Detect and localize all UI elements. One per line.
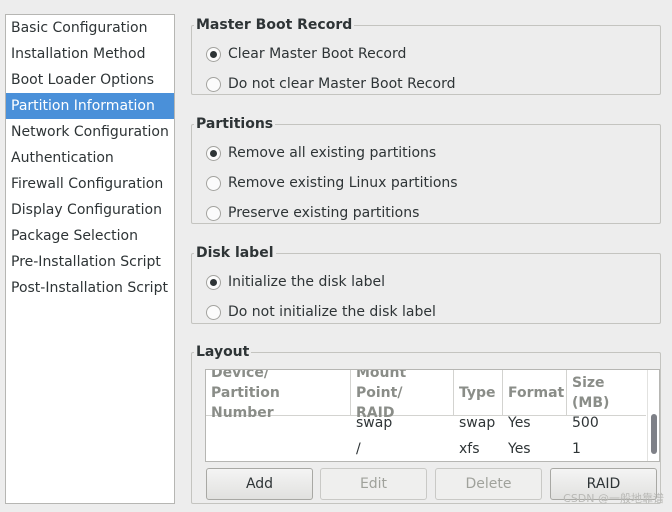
partitions-frame: Partitions Remove all existing partition… xyxy=(191,115,661,224)
mbr-frame-title: Master Boot Record xyxy=(194,16,355,34)
table-scrollbar[interactable] xyxy=(647,370,659,461)
cell-mount-point: swap xyxy=(356,415,393,431)
radio-indicator[interactable] xyxy=(206,76,221,92)
remove-linux-partitions-radio[interactable]: Remove existing Linux partitions xyxy=(206,173,458,193)
column-header-format[interactable]: Format xyxy=(503,370,567,415)
sidebar-item-post-installation-script[interactable]: Post-Installation Script xyxy=(6,275,174,301)
partitions-frame-title: Partitions xyxy=(194,115,276,133)
layout-frame-title: Layout xyxy=(194,343,252,361)
partition-table[interactable]: Device/ Partition Number Mount Point/ RA… xyxy=(205,369,660,462)
sidebar-item-installation-method[interactable]: Installation Method xyxy=(6,41,174,67)
table-row[interactable]: swap swap Yes 500 xyxy=(206,414,646,440)
cell-format: Yes xyxy=(508,415,531,431)
sidebar-item-pre-installation-script[interactable]: Pre-Installation Script xyxy=(6,249,174,275)
watermark: CSDN @一般地靠谱 xyxy=(563,492,664,505)
sidebar-item-firewall-configuration[interactable]: Firewall Configuration xyxy=(6,171,174,197)
radio-label: Do not clear Master Boot Record xyxy=(228,76,456,92)
column-header-size[interactable]: Size (MB) xyxy=(567,370,646,415)
sidebar-item-basic-configuration[interactable]: Basic Configuration xyxy=(6,15,174,41)
radio-indicator[interactable] xyxy=(206,205,221,221)
sidebar-item-boot-loader-options[interactable]: Boot Loader Options xyxy=(6,67,174,93)
preserve-partitions-radio[interactable]: Preserve existing partitions xyxy=(206,203,419,223)
add-button[interactable]: Add xyxy=(206,468,313,500)
column-header-device[interactable]: Device/ Partition Number xyxy=(206,370,351,421)
radio-label: Clear Master Boot Record xyxy=(228,46,407,62)
radio-label: Remove existing Linux partitions xyxy=(228,175,458,191)
scrollbar-thumb[interactable] xyxy=(651,414,657,454)
radio-label: Do not initialize the disk label xyxy=(228,304,436,320)
radio-label: Remove all existing partitions xyxy=(228,145,437,161)
mbr-frame: Master Boot Record Clear Master Boot Rec… xyxy=(191,16,661,95)
radio-indicator[interactable] xyxy=(206,175,221,191)
radio-indicator[interactable] xyxy=(206,304,221,320)
column-header-type[interactable]: Type xyxy=(454,370,503,415)
cell-mount-point: / xyxy=(356,441,361,457)
initialize-disk-label-radio[interactable]: Initialize the disk label xyxy=(206,272,385,292)
section-list: Basic Configuration Installation Method … xyxy=(5,14,175,504)
layout-frame: Layout Device/ Partition Number Mount Po… xyxy=(191,343,661,504)
table-row[interactable]: / xfs Yes 1 xyxy=(206,440,646,461)
table-header: Device/ Partition Number Mount Point/ RA… xyxy=(206,370,646,421)
radio-indicator[interactable] xyxy=(206,145,221,161)
radio-label: Initialize the disk label xyxy=(228,274,385,290)
clear-mbr-radio[interactable]: Clear Master Boot Record xyxy=(206,44,406,64)
radio-indicator[interactable] xyxy=(206,274,221,290)
remove-all-partitions-radio[interactable]: Remove all existing partitions xyxy=(206,143,436,163)
radio-label: Preserve existing partitions xyxy=(228,205,420,221)
sidebar-item-partition-information[interactable]: Partition Information xyxy=(6,93,174,119)
delete-button[interactable]: Delete xyxy=(435,468,542,500)
disk-label-frame-title: Disk label xyxy=(194,244,276,262)
column-header-mount-point[interactable]: Mount Point/ RAID xyxy=(351,370,454,421)
do-not-clear-mbr-radio[interactable]: Do not clear Master Boot Record xyxy=(206,74,455,94)
cell-size: 500 xyxy=(572,415,599,431)
edit-button[interactable]: Edit xyxy=(320,468,427,500)
cell-type: xfs xyxy=(459,441,480,457)
disk-label-frame: Disk label Initialize the disk label Do … xyxy=(191,244,661,324)
radio-indicator[interactable] xyxy=(206,46,221,62)
cell-device xyxy=(206,414,351,440)
cell-type: swap xyxy=(459,415,496,431)
cell-size: 1 xyxy=(572,441,581,457)
cell-device xyxy=(206,440,351,461)
sidebar-item-display-configuration[interactable]: Display Configuration xyxy=(6,197,174,223)
sidebar-item-network-configuration[interactable]: Network Configuration xyxy=(6,119,174,145)
sidebar-item-package-selection[interactable]: Package Selection xyxy=(6,223,174,249)
cell-format: Yes xyxy=(508,441,531,457)
do-not-initialize-disk-label-radio[interactable]: Do not initialize the disk label xyxy=(206,302,436,322)
sidebar-item-authentication[interactable]: Authentication xyxy=(6,145,174,171)
